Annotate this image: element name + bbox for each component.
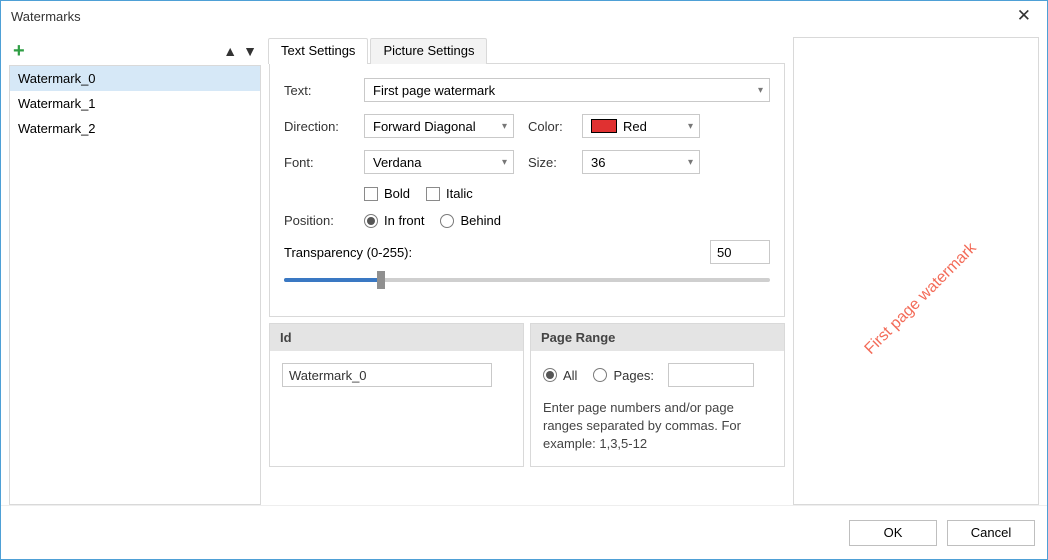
checkbox-icon (426, 187, 440, 201)
left-toolbar: + ▲ ▼ (9, 37, 261, 65)
watermarks-dialog: Watermarks ✕ + ▲ ▼ Watermark_0 Watermark… (0, 0, 1048, 560)
pagerange-all-radio[interactable]: All (543, 368, 577, 383)
reorder-controls: ▲ ▼ (223, 43, 257, 59)
move-down-icon[interactable]: ▼ (243, 43, 257, 59)
middle-column: Text Settings Picture Settings Text: Fir… (269, 37, 785, 505)
bold-checkbox-label: Bold (384, 186, 410, 201)
radio-label: All (563, 368, 577, 383)
position-behind-radio[interactable]: Behind (440, 213, 500, 228)
slider-thumb[interactable] (377, 271, 385, 289)
checkbox-icon (364, 187, 378, 201)
ok-button[interactable]: OK (849, 520, 937, 546)
id-input[interactable]: Watermark_0 (282, 363, 492, 387)
tab-picture-settings[interactable]: Picture Settings (370, 38, 487, 64)
font-combo[interactable]: Verdana ▾ (364, 150, 514, 174)
font-combo-value: Verdana (373, 155, 421, 170)
slider-fill (284, 278, 381, 282)
transparency-label: Transparency (0-255): (284, 245, 710, 260)
radio-icon (593, 368, 607, 382)
row-bold-italic: Bold Italic (284, 186, 770, 201)
page-range-body: All Pages: Enter page numbers and/or pag… (531, 351, 784, 466)
text-combo-value: First page watermark (373, 83, 495, 98)
id-body: Watermark_0 (270, 351, 523, 399)
list-item[interactable]: Watermark_1 (10, 91, 260, 116)
list-item-label: Watermark_2 (18, 121, 96, 136)
left-column: + ▲ ▼ Watermark_0 Watermark_1 Watermark_… (9, 37, 261, 505)
radio-icon (364, 214, 378, 228)
add-watermark-icon[interactable]: + (13, 41, 25, 61)
row-direction-color: Direction: Forward Diagonal ▾ Color: Red… (284, 114, 770, 138)
row-transparency: Transparency (0-255): 50 (284, 240, 770, 264)
tab-label: Picture Settings (383, 43, 474, 58)
watermark-list[interactable]: Watermark_0 Watermark_1 Watermark_2 (9, 65, 261, 505)
text-combo[interactable]: First page watermark ▾ (364, 78, 770, 102)
transparency-slider[interactable] (284, 268, 770, 292)
id-input-value: Watermark_0 (289, 368, 367, 383)
direction-label: Direction: (284, 119, 364, 134)
dialog-title: Watermarks (11, 9, 81, 24)
chevron-down-icon: ▾ (688, 157, 693, 168)
preview-panel: First page watermark (793, 37, 1039, 505)
color-combo-value: Red (623, 119, 647, 134)
position-in-front-radio[interactable]: In front (364, 213, 424, 228)
move-up-icon[interactable]: ▲ (223, 43, 237, 59)
subpanels: Id Watermark_0 Page Range All (269, 323, 785, 467)
close-icon[interactable]: ✕ (1011, 4, 1037, 28)
text-label: Text: (284, 83, 364, 98)
radio-label: In front (384, 213, 424, 228)
pagerange-hint: Enter page numbers and/or page ranges se… (543, 399, 772, 454)
row-text: Text: First page watermark ▾ (284, 78, 770, 102)
pagerange-pages-input[interactable] (668, 363, 754, 387)
radio-label: Pages: (613, 368, 653, 383)
list-item[interactable]: Watermark_0 (10, 66, 260, 91)
color-combo[interactable]: Red ▾ (582, 114, 700, 138)
size-combo-value: 36 (591, 155, 605, 170)
italic-checkbox-label: Italic (446, 186, 473, 201)
preview-watermark-text: First page watermark (861, 239, 980, 358)
id-panel: Id Watermark_0 (269, 323, 524, 467)
pagerange-pages-radio[interactable]: Pages: (593, 368, 653, 383)
row-position: Position: In front Behind (284, 213, 770, 228)
radio-icon (440, 214, 454, 228)
radio-label: Behind (460, 213, 500, 228)
cancel-button[interactable]: Cancel (947, 520, 1035, 546)
radio-icon (543, 368, 557, 382)
list-item-label: Watermark_1 (18, 96, 96, 111)
id-heading: Id (270, 324, 523, 351)
color-swatch-icon (591, 119, 617, 133)
tab-label: Text Settings (281, 43, 355, 58)
tab-bar: Text Settings Picture Settings (268, 37, 785, 63)
italic-checkbox[interactable]: Italic (426, 186, 473, 201)
bold-checkbox[interactable]: Bold (364, 186, 410, 201)
titlebar: Watermarks ✕ (1, 1, 1047, 31)
position-label: Position: (284, 213, 364, 228)
list-item[interactable]: Watermark_2 (10, 116, 260, 141)
button-label: Cancel (971, 525, 1011, 540)
button-label: OK (884, 525, 903, 540)
tabs-wrap: Text Settings Picture Settings Text: Fir… (269, 37, 785, 317)
transparency-input[interactable]: 50 (710, 240, 770, 264)
chevron-down-icon: ▾ (502, 157, 507, 168)
page-range-heading: Page Range (531, 324, 784, 351)
transparency-value: 50 (717, 245, 731, 260)
tab-text-settings[interactable]: Text Settings (268, 38, 368, 64)
dialog-footer: OK Cancel (1, 505, 1047, 559)
size-label: Size: (528, 155, 582, 170)
font-label: Font: (284, 155, 364, 170)
direction-combo-value: Forward Diagonal (373, 119, 476, 134)
row-font-size: Font: Verdana ▾ Size: 36 ▾ (284, 150, 770, 174)
list-item-label: Watermark_0 (18, 71, 96, 86)
size-combo[interactable]: 36 ▾ (582, 150, 700, 174)
direction-combo[interactable]: Forward Diagonal ▾ (364, 114, 514, 138)
chevron-down-icon: ▾ (502, 121, 507, 132)
slider-track (284, 278, 770, 282)
chevron-down-icon: ▾ (688, 121, 693, 132)
text-settings-panel: Text: First page watermark ▾ Direction: … (269, 63, 785, 317)
color-label: Color: (528, 119, 582, 134)
page-range-panel: Page Range All Pages: (530, 323, 785, 467)
content-area: + ▲ ▼ Watermark_0 Watermark_1 Watermark_… (1, 31, 1047, 505)
chevron-down-icon: ▾ (758, 85, 763, 96)
